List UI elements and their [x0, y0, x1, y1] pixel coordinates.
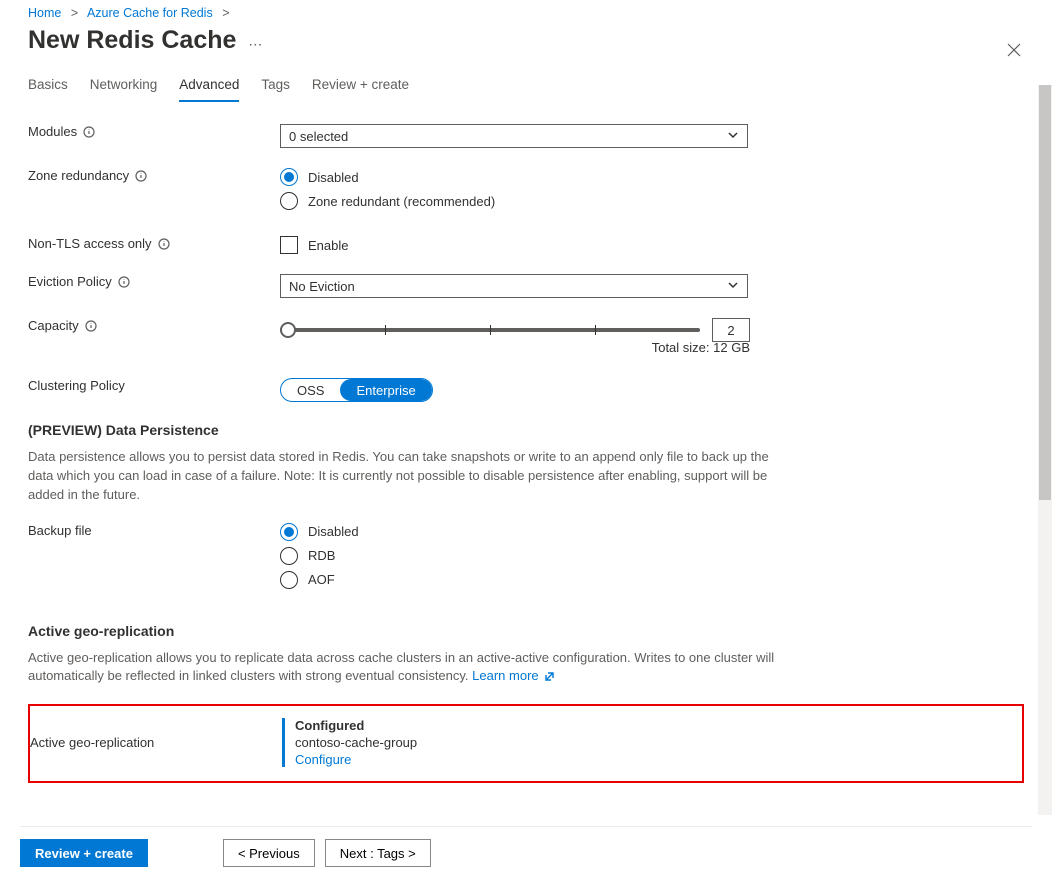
backup-disabled-radio[interactable] — [280, 523, 298, 541]
backup-rdb-label: RDB — [308, 548, 335, 563]
persistence-desc: Data persistence allows you to persist d… — [28, 448, 788, 505]
zone-disabled-radio[interactable] — [280, 168, 298, 186]
more-icon[interactable]: ⋯ — [248, 36, 263, 53]
zone-disabled-label: Disabled — [308, 170, 359, 185]
clustering-label: Clustering Policy — [28, 378, 280, 393]
clustering-enterprise-pill[interactable]: Enterprise — [340, 379, 431, 401]
georep-group-name: contoso-cache-group — [295, 735, 1022, 750]
non-tls-enable-label: Enable — [308, 238, 348, 253]
zone-redundant-radio[interactable] — [280, 192, 298, 210]
tab-networking[interactable]: Networking — [90, 77, 158, 102]
modules-value: 0 selected — [289, 129, 348, 144]
zone-redundancy-label: Zone redundancy — [28, 168, 280, 183]
breadcrumb-service[interactable]: Azure Cache for Redis — [87, 6, 213, 20]
chevron-down-icon — [727, 129, 739, 144]
modules-label: Modules — [28, 124, 280, 139]
georep-desc: Active geo-replication allows you to rep… — [28, 649, 788, 687]
info-icon[interactable] — [158, 238, 170, 250]
georep-status: Configured — [295, 718, 1022, 733]
vertical-scrollbar[interactable] — [1038, 85, 1052, 815]
eviction-value: No Eviction — [289, 279, 355, 294]
previous-button[interactable]: < Previous — [223, 839, 315, 867]
georep-configure-link[interactable]: Configure — [295, 752, 351, 767]
clustering-oss-pill[interactable]: OSS — [281, 379, 340, 401]
non-tls-checkbox[interactable] — [280, 236, 298, 254]
backup-aof-radio[interactable] — [280, 571, 298, 589]
tab-review[interactable]: Review + create — [312, 77, 409, 102]
capacity-value-input[interactable]: 2 — [712, 318, 750, 342]
zone-redundant-label: Zone redundant (recommended) — [308, 194, 495, 209]
georep-field-label: Active geo-replication — [30, 718, 282, 767]
info-icon[interactable] — [85, 320, 97, 332]
capacity-slider[interactable] — [280, 320, 700, 340]
breadcrumb-home[interactable]: Home — [28, 6, 61, 20]
scrollbar-thumb[interactable] — [1039, 85, 1051, 500]
capacity-total: Total size: 12 GB — [652, 340, 750, 355]
eviction-select[interactable]: No Eviction — [280, 274, 748, 298]
backup-rdb-radio[interactable] — [280, 547, 298, 565]
close-icon[interactable] — [1006, 42, 1022, 61]
non-tls-label: Non-TLS access only — [28, 236, 280, 251]
tab-tags[interactable]: Tags — [261, 77, 290, 102]
backup-disabled-label: Disabled — [308, 524, 359, 539]
breadcrumb: Home > Azure Cache for Redis > — [28, 6, 1024, 20]
review-create-button[interactable]: Review + create — [20, 839, 148, 867]
chevron-down-icon — [727, 279, 739, 294]
slider-thumb[interactable] — [280, 322, 296, 338]
tab-basics[interactable]: Basics — [28, 77, 68, 102]
info-icon[interactable] — [118, 276, 130, 288]
persistence-title: (PREVIEW) Data Persistence — [28, 422, 1024, 438]
backup-label: Backup file — [28, 523, 280, 538]
footer-bar: Review + create < Previous Next : Tags > — [20, 826, 1032, 867]
eviction-label: Eviction Policy — [28, 274, 280, 289]
clustering-toggle: OSS Enterprise — [280, 378, 433, 402]
learn-more-link[interactable]: Learn more — [472, 668, 555, 683]
external-link-icon — [544, 671, 555, 682]
info-icon[interactable] — [83, 126, 95, 138]
tab-advanced[interactable]: Advanced — [179, 77, 239, 102]
info-icon[interactable] — [135, 170, 147, 182]
georep-title: Active geo-replication — [28, 623, 1024, 639]
page-title: New Redis Cache — [28, 26, 236, 55]
capacity-label: Capacity — [28, 318, 280, 333]
backup-aof-label: AOF — [308, 572, 335, 587]
tabs: Basics Networking Advanced Tags Review +… — [28, 77, 1024, 102]
modules-select[interactable]: 0 selected — [280, 124, 748, 148]
breadcrumb-separator: > — [71, 6, 78, 20]
next-button[interactable]: Next : Tags > — [325, 839, 431, 867]
breadcrumb-separator: > — [222, 6, 229, 20]
georep-highlight-box: Active geo-replication Configured contos… — [28, 704, 1024, 783]
